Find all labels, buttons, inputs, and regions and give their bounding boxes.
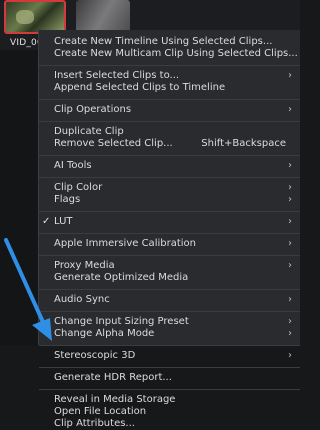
menu-separator <box>39 345 300 346</box>
menu-item-proxy-media[interactable]: Proxy Media › <box>39 260 300 272</box>
chevron-right-icon: › <box>288 316 292 327</box>
menu-item-label: Create New Timeline Using Selected Clips… <box>54 36 273 47</box>
menu-item-label: Clip Color <box>54 182 103 193</box>
menu-item-create-new-timeline-using-selected-clips[interactable]: Create New Timeline Using Selected Clips… <box>39 36 300 48</box>
menu-item-label: Proxy Media <box>54 260 115 271</box>
menu-item-label: Change Input Sizing Preset <box>54 316 189 327</box>
menu-separator <box>39 255 300 256</box>
menu-item-label: LUT <box>54 216 73 227</box>
menu-separator <box>39 155 300 156</box>
context-menu: Create New Timeline Using Selected Clips… <box>38 30 300 429</box>
menu-item-generate-optimized-media[interactable]: Generate Optimized Media <box>39 272 300 284</box>
clip-thumbnail-selected[interactable] <box>4 0 66 34</box>
menu-item-clip-attributes[interactable]: Clip Attributes... <box>39 418 300 430</box>
chevron-right-icon: › <box>288 328 292 339</box>
menu-separator <box>39 177 300 178</box>
menu-separator <box>39 121 300 122</box>
menu-separator <box>39 311 300 312</box>
menu-item-stereoscopic-3d[interactable]: Stereoscopic 3D › <box>39 350 300 362</box>
menu-item-append-selected-clips-to-timeline[interactable]: Append Selected Clips to Timeline <box>39 82 300 94</box>
chevron-right-icon: › <box>288 260 292 271</box>
menu-item-change-input-sizing-preset[interactable]: Change Input Sizing Preset › <box>39 316 300 328</box>
chevron-right-icon: › <box>288 238 292 249</box>
menu-item-lut[interactable]: ✓ LUT › <box>39 216 300 228</box>
chevron-right-icon: › <box>288 104 292 115</box>
chevron-right-icon: › <box>288 294 292 305</box>
menu-item-create-new-multicam-clip-using-selected-clips[interactable]: Create New Multicam Clip Using Selected … <box>39 48 300 60</box>
menu-item-label: Generate Optimized Media <box>54 272 189 283</box>
menu-separator <box>39 65 300 66</box>
menu-item-label: Generate HDR Report... <box>54 372 172 383</box>
menu-item-open-file-location[interactable]: Open File Location <box>39 406 300 418</box>
chevron-right-icon: › <box>288 216 292 227</box>
menu-item-clip-operations[interactable]: Clip Operations › <box>39 104 300 116</box>
menu-item-label: Clip Operations <box>54 104 132 115</box>
menu-item-generate-hdr-report[interactable]: Generate HDR Report... <box>39 372 300 384</box>
chevron-right-icon: › <box>288 160 292 171</box>
menu-item-label: Clip Attributes... <box>54 418 135 429</box>
menu-item-audio-sync[interactable]: Audio Sync › <box>39 294 300 306</box>
menu-separator <box>39 99 300 100</box>
menu-item-label: Flags <box>54 194 81 205</box>
menu-item-ai-tools[interactable]: AI Tools › <box>39 160 300 172</box>
menu-item-duplicate-clip[interactable]: Duplicate Clip <box>39 126 300 138</box>
checkmark-icon: ✓ <box>42 216 51 227</box>
menu-item-insert-selected-clips-to[interactable]: Insert Selected Clips to... › <box>39 70 300 82</box>
menu-item-change-alpha-mode[interactable]: Change Alpha Mode › <box>39 328 300 340</box>
menu-separator <box>39 233 300 234</box>
clip-thumbnail[interactable] <box>76 0 130 34</box>
menu-item-label: Create New Multicam Clip Using Selected … <box>54 48 298 59</box>
menu-item-reveal-in-media-storage[interactable]: Reveal in Media Storage <box>39 394 300 406</box>
menu-item-apple-immersive-calibration[interactable]: Apple Immersive Calibration › <box>39 238 300 250</box>
menu-item-label: Remove Selected Clip... <box>54 138 173 149</box>
menu-item-label: AI Tools <box>54 160 92 171</box>
menu-item-label: Audio Sync <box>54 294 110 305</box>
menu-separator <box>39 389 300 390</box>
chevron-right-icon: › <box>288 70 292 81</box>
media-pool-background <box>0 50 38 345</box>
menu-separator <box>39 211 300 212</box>
chevron-right-icon: › <box>288 194 292 205</box>
menu-item-shortcut: Shift+Backspace <box>201 138 286 149</box>
chevron-right-icon: › <box>288 182 292 193</box>
menu-separator <box>39 367 300 368</box>
menu-item-label: Apple Immersive Calibration <box>54 238 196 249</box>
menu-item-remove-selected-clip[interactable]: Remove Selected Clip... Shift+Backspace <box>39 138 300 150</box>
menu-item-label: Reveal in Media Storage <box>54 394 176 405</box>
menu-item-label: Change Alpha Mode <box>54 328 155 339</box>
menu-item-flags[interactable]: Flags › <box>39 194 300 206</box>
menu-item-label: Duplicate Clip <box>54 126 124 137</box>
menu-item-clip-color[interactable]: Clip Color › <box>39 182 300 194</box>
menu-item-label: Stereoscopic 3D <box>54 350 136 361</box>
menu-item-label: Insert Selected Clips to... <box>54 70 180 81</box>
chevron-right-icon: › <box>288 350 292 361</box>
menu-item-label: Open File Location <box>54 406 147 417</box>
menu-item-label: Append Selected Clips to Timeline <box>54 82 226 93</box>
menu-separator <box>39 289 300 290</box>
